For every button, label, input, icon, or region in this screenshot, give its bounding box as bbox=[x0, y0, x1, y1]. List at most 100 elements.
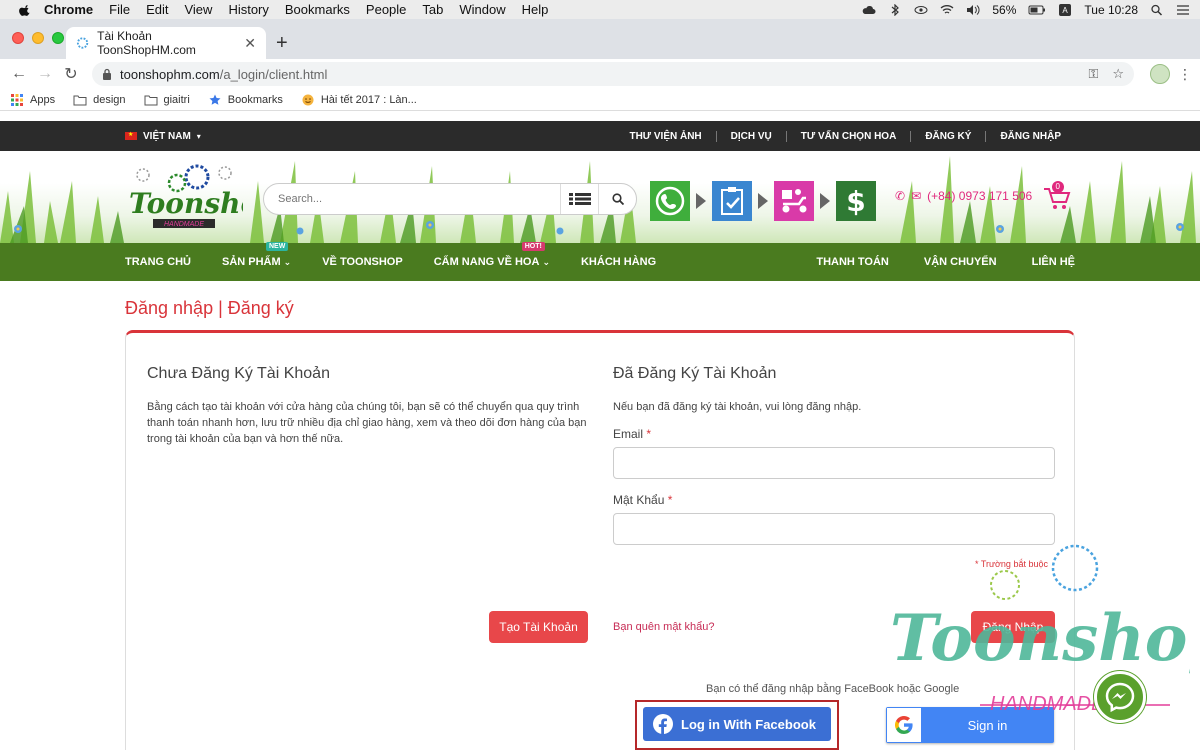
menu-file[interactable]: File bbox=[109, 2, 130, 17]
nav-about[interactable]: VỀ TOONSHOP bbox=[322, 256, 402, 268]
create-account-button[interactable]: Tạo Tài Khoản bbox=[489, 611, 588, 643]
delivery-scooter-icon bbox=[774, 181, 814, 221]
register-column: Chưa Đăng Ký Tài Khoản Bằng cách tạo tài… bbox=[147, 365, 592, 447]
menu-bookmarks[interactable]: Bookmarks bbox=[285, 2, 350, 17]
search-bar bbox=[263, 183, 637, 215]
apple-icon[interactable] bbox=[18, 3, 32, 17]
cart-count-badge: 0 bbox=[1051, 181, 1064, 193]
hotline[interactable]: ✆ ✉ (+84) 0973 171 506 bbox=[895, 189, 1032, 203]
nav-home[interactable]: TRANG CHỦ bbox=[125, 256, 191, 268]
lock-icon[interactable] bbox=[102, 68, 112, 80]
bookmark-star-icon[interactable]: ☆ bbox=[1112, 66, 1124, 82]
control-center-icon[interactable] bbox=[1176, 4, 1190, 16]
forgot-password-link[interactable]: Bạn quên mật khẩu? bbox=[613, 621, 715, 633]
language-selector[interactable]: VIỆT NAM ▾ bbox=[125, 131, 201, 142]
maximize-window-button[interactable] bbox=[52, 32, 64, 44]
wifi-icon[interactable] bbox=[940, 4, 954, 16]
folder-icon bbox=[144, 95, 157, 105]
vietnam-flag-icon bbox=[125, 131, 137, 140]
mail-icon: ✉ bbox=[911, 189, 922, 203]
bookmark-design[interactable]: design bbox=[73, 94, 126, 106]
google-signin-button[interactable]: Sign in bbox=[886, 707, 1054, 743]
bookmark-hai-tet[interactable]: Hài tết 2017 : Làn... bbox=[301, 94, 417, 106]
bluetooth-icon[interactable] bbox=[888, 3, 902, 16]
forward-arrow-icon[interactable]: → bbox=[34, 63, 56, 85]
nav-label: LIÊN HỆ bbox=[1031, 256, 1075, 268]
step-arrow-icon bbox=[696, 193, 706, 209]
menu-history[interactable]: History bbox=[228, 2, 268, 17]
shopping-cart[interactable]: 0 bbox=[1042, 181, 1072, 211]
battery-icon[interactable] bbox=[1028, 4, 1046, 16]
nav-shipping[interactable]: VẬN CHUYỂN bbox=[924, 256, 997, 268]
toplink-login[interactable]: ĐĂNG NHẬP bbox=[985, 130, 1075, 142]
bookmark-label: Hài tết 2017 : Làn... bbox=[320, 93, 417, 106]
messenger-chat-button[interactable] bbox=[1094, 671, 1146, 723]
browser-tab-active[interactable]: Tài Khoản ToonShopHM.com ✕ bbox=[66, 27, 266, 59]
browser-tabstrip: Tài Khoản ToonShopHM.com ✕ + bbox=[0, 19, 1200, 59]
search-button[interactable] bbox=[598, 184, 636, 214]
cloud-icon[interactable] bbox=[862, 4, 876, 16]
google-signin-label: Sign in bbox=[967, 717, 1008, 733]
profile-avatar[interactable] bbox=[1150, 64, 1170, 84]
address-bar[interactable]: toonshophm.com/a_login/client.html ⚿ ☆ bbox=[92, 62, 1134, 86]
facebook-login-button[interactable]: Log in With Facebook bbox=[643, 707, 831, 741]
bookmark-bookmarks[interactable]: Bookmarks bbox=[208, 94, 283, 106]
google-icon bbox=[887, 708, 921, 742]
checklist-icon bbox=[712, 181, 752, 221]
chevron-down-icon: ▾ bbox=[196, 131, 201, 141]
menu-people[interactable]: People bbox=[366, 2, 406, 17]
bookmark-apps[interactable]: Apps bbox=[10, 93, 55, 106]
key-icon[interactable]: ⚿ bbox=[1088, 66, 1098, 82]
email-field[interactable] bbox=[613, 447, 1055, 479]
email-label-text: Email bbox=[613, 427, 644, 441]
volume-icon[interactable] bbox=[966, 4, 980, 16]
nav-products[interactable]: NEW SẢN PHẨM ⌄ bbox=[222, 242, 291, 268]
toplink-register[interactable]: ĐĂNG KÝ bbox=[910, 130, 985, 142]
bookmark-label: Bookmarks bbox=[227, 93, 283, 106]
menu-app-name[interactable]: Chrome bbox=[44, 2, 93, 17]
nav-label: VỀ TOONSHOP bbox=[322, 256, 403, 268]
keyboard-input-icon[interactable]: A bbox=[1058, 3, 1072, 16]
eye-icon[interactable] bbox=[914, 4, 928, 16]
menu-tab[interactable]: Tab bbox=[422, 2, 443, 17]
bookmark-giaitri[interactable]: giaitri bbox=[144, 94, 190, 106]
more-menu-icon[interactable]: ⋮ bbox=[1178, 66, 1192, 83]
menu-window[interactable]: Window bbox=[459, 2, 505, 17]
nav-customers[interactable]: KHÁCH HÀNG bbox=[581, 256, 656, 268]
back-arrow-icon[interactable]: ← bbox=[8, 63, 30, 85]
nav-contact[interactable]: LIÊN HỆ bbox=[1032, 256, 1075, 268]
search-spotlight-icon[interactable] bbox=[1150, 4, 1164, 16]
menu-help[interactable]: Help bbox=[522, 2, 549, 17]
apps-grid-icon bbox=[11, 93, 23, 106]
search-input[interactable] bbox=[264, 193, 560, 205]
toplink-gallery[interactable]: THƯ VIỆN ẢNH bbox=[615, 131, 715, 142]
login-heading: Đã Đăng Ký Tài Khoản bbox=[613, 365, 777, 382]
close-tab-icon[interactable]: ✕ bbox=[244, 35, 256, 52]
nav-payment[interactable]: THANH TOÁN bbox=[816, 256, 889, 268]
step-arrow-icon bbox=[820, 193, 830, 209]
menu-view[interactable]: View bbox=[184, 2, 212, 17]
svg-text:$: $ bbox=[846, 185, 865, 218]
nav-label: VẬN CHUYỂN bbox=[923, 256, 997, 268]
register-heading: Chưa Đăng Ký Tài Khoản bbox=[147, 365, 330, 382]
register-description: Bằng cách tạo tài khoản với cửa hàng của… bbox=[147, 401, 587, 445]
folder-icon bbox=[73, 95, 87, 105]
toplink-services[interactable]: DỊCH VỤ bbox=[715, 130, 786, 142]
nav-flower-guide[interactable]: HOT! CẨM NANG VỀ HOA ⌄ bbox=[434, 242, 550, 268]
svg-text:A: A bbox=[1063, 6, 1069, 15]
password-label: Mật Khẩu * bbox=[613, 493, 1055, 507]
menu-edit[interactable]: Edit bbox=[146, 2, 168, 17]
hotline-number: (+84) 0973 171 506 bbox=[927, 189, 1033, 203]
menubar-clock[interactable]: Tue 10:28 bbox=[1084, 3, 1138, 17]
browser-toolbar: ← → ↻ toonshophm.com/a_login/client.html… bbox=[0, 59, 1200, 89]
minimize-window-button[interactable] bbox=[32, 32, 44, 44]
close-window-button[interactable] bbox=[12, 32, 24, 44]
new-tab-button[interactable]: + bbox=[276, 33, 288, 53]
toonshop-logo[interactable]: Toonshop HANDMADE bbox=[125, 161, 243, 237]
toplink-consult[interactable]: TƯ VẤN CHỌN HOA bbox=[785, 130, 911, 142]
top-links: THƯ VIỆN ẢNH DỊCH VỤ TƯ VẤN CHỌN HOA ĐĂN… bbox=[615, 130, 1075, 142]
login-button[interactable]: Đăng Nhập bbox=[971, 611, 1055, 643]
password-field[interactable] bbox=[613, 513, 1055, 545]
category-list-button[interactable] bbox=[560, 184, 598, 214]
reload-icon[interactable]: ↻ bbox=[60, 63, 82, 85]
